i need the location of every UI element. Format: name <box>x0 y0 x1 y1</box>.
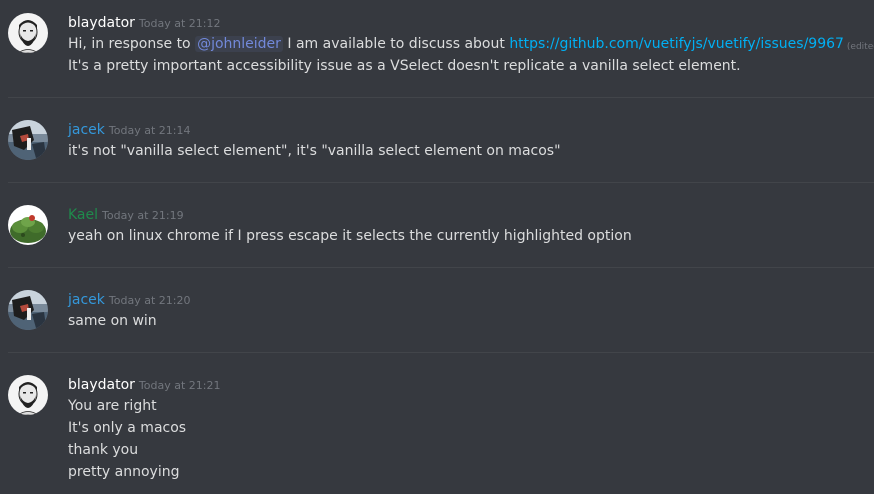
bearded-man-avatar-icon[interactable] <box>8 13 48 53</box>
timestamp: Today at 21:12 <box>138 17 221 30</box>
message-text-prefix: Hi, in response to <box>68 36 196 52</box>
message-text: it's not "vanilla select element", it's … <box>68 143 561 159</box>
message-divider <box>8 352 874 353</box>
leafy-plant-avatar-icon[interactable] <box>8 205 48 245</box>
message-text: Hi, in response to @johnleider I am avai… <box>68 33 874 55</box>
message-header: jacek Today at 21:14 <box>68 120 190 138</box>
username[interactable]: blaydator <box>68 15 135 31</box>
message-header: Kael Today at 21:19 <box>68 205 184 223</box>
message-text-middle: I am available to discuss about <box>282 36 510 52</box>
message-divider <box>8 267 874 268</box>
message-text: It's a pretty important accessibility is… <box>68 58 741 74</box>
message-text: yeah on linux chrome if I press escape i… <box>68 228 632 244</box>
username[interactable]: blaydator <box>68 377 135 393</box>
message-header: jacek Today at 21:20 <box>68 290 190 308</box>
message-text: same on win <box>68 313 157 329</box>
message-text: pretty annoying <box>68 464 180 480</box>
edited-label: (edited) <box>846 42 874 52</box>
message-divider <box>8 182 874 183</box>
message-text: You are right <box>68 398 157 414</box>
dark-photo-avatar-icon[interactable] <box>8 290 48 330</box>
username[interactable]: jacek <box>68 122 105 138</box>
message-header: blaydator Today at 21:21 <box>68 375 220 393</box>
message-text: It's only a macos <box>68 420 187 436</box>
bearded-man-avatar-icon[interactable] <box>8 375 48 415</box>
timestamp: Today at 21:20 <box>108 294 191 307</box>
timestamp: Today at 21:19 <box>102 209 184 222</box>
message-header: blaydator Today at 21:12 <box>68 13 220 31</box>
username[interactable]: Kael <box>68 207 98 223</box>
chat-messages: blaydator Today at 21:12 Hi, in response … <box>0 0 874 494</box>
dark-photo-avatar-icon[interactable] <box>8 120 48 160</box>
timestamp: Today at 21:21 <box>138 379 221 392</box>
issue-link[interactable]: https://github.com/vuetifyjs/vuetify/iss… <box>509 36 844 52</box>
timestamp: Today at 21:14 <box>108 124 191 137</box>
message-text: thank you <box>68 442 139 458</box>
message-divider <box>8 97 874 98</box>
username[interactable]: jacek <box>68 292 105 308</box>
user-mention[interactable]: @johnleider <box>195 36 283 52</box>
